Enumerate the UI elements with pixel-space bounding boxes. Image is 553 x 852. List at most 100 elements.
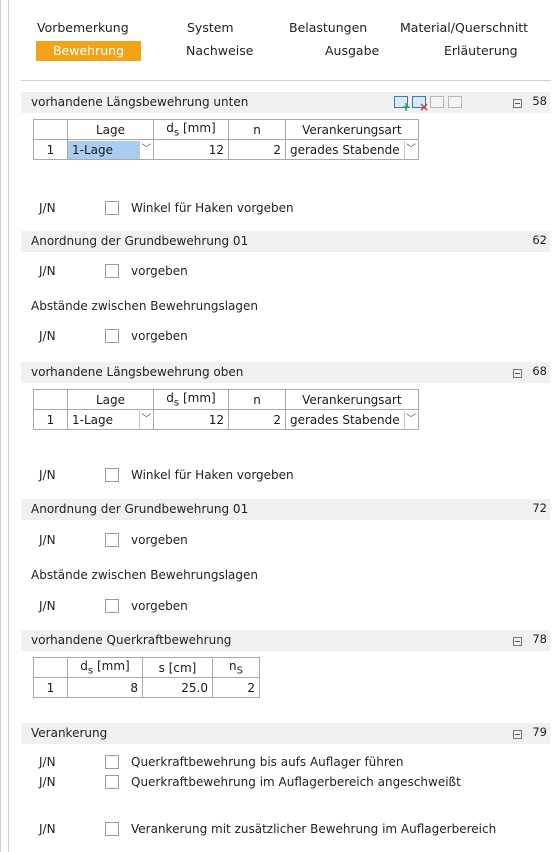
winkel-haken-checkbox[interactable]: [105, 201, 119, 215]
verankerungsart-value: gerades Stabende: [290, 142, 400, 157]
abstaende-label: Abstände zwischen Bewehrungslagen: [31, 568, 258, 582]
jn-label: J/N: [39, 264, 56, 278]
section-title: Anordnung der Grundbewehrung 01: [31, 502, 249, 516]
tab-erlaeuterung[interactable]: Erläuterung: [444, 41, 518, 61]
column-header-index: [33, 119, 68, 140]
ds-unit: [mm]: [96, 658, 130, 673]
delete-row-icon[interactable]: [412, 96, 429, 114]
verankerungsart-cell[interactable]: gerades Stabende ﹀: [285, 139, 419, 160]
verankerungsart-dropdown[interactable]: gerades Stabende ﹀: [286, 410, 418, 429]
abstaende-vorgeben-checkbox[interactable]: [105, 329, 119, 343]
ns-subscript: S: [236, 665, 243, 677]
section-title: Anordnung der Grundbewehrung 01: [31, 234, 249, 248]
querkraft-table: ds [mm] s [cm] nS 1 8 25.0 2: [33, 657, 260, 698]
collapse-icon[interactable]: [513, 637, 522, 646]
jn-label: J/N: [39, 201, 56, 215]
ds-cell[interactable]: 8: [67, 677, 143, 698]
section-number: 72: [532, 501, 547, 515]
grundbewehrung-vorgeben-checkbox[interactable]: [105, 533, 119, 547]
ds-subscript: s: [173, 127, 180, 139]
s-cell[interactable]: 25.0: [142, 677, 213, 698]
jn-label: J/N: [39, 822, 56, 836]
querkraft-angeschweisst-label: Querkraftbewehrung im Auflagerbereich an…: [131, 775, 461, 789]
verankerungsart-cell[interactable]: gerades Stabende ﹀: [285, 409, 419, 430]
ns-cell[interactable]: 2: [212, 677, 260, 698]
tab-ausgabe[interactable]: Ausgabe: [325, 41, 379, 61]
grundbewehrung-vorgeben-label: vorgeben: [131, 533, 188, 547]
abstaende-vorgeben-label: vorgeben: [131, 599, 188, 613]
ds-cell[interactable]: 12: [153, 139, 229, 160]
tab-material-querschnitt[interactable]: Material/Querschnitt: [400, 18, 528, 38]
lage-dropdown[interactable]: 1-Lage ﹀: [68, 410, 153, 429]
jn-label: J/N: [39, 468, 56, 482]
collapse-icon[interactable]: [513, 730, 522, 739]
jn-label: J/N: [39, 329, 56, 343]
collapse-icon[interactable]: [513, 369, 522, 378]
abstaende-label: Abstände zwischen Bewehrungslagen: [31, 299, 258, 313]
section-header-grundbewehrung-1: Anordnung der Grundbewehrung 01 62: [21, 231, 550, 252]
chevron-down-icon[interactable]: ﹀: [403, 140, 418, 159]
lage-value: 1-Lage: [72, 412, 114, 427]
grundbewehrung-vorgeben-checkbox[interactable]: [105, 264, 119, 278]
abstaende-vorgeben-label: vorgeben: [131, 329, 188, 343]
lage-cell[interactable]: 1-Lage ﹀: [67, 139, 154, 160]
querkraft-auflager-checkbox[interactable]: [105, 755, 119, 769]
tab-bar: Vorbemerkung System Belastungen Material…: [28, 18, 548, 66]
tab-system[interactable]: System: [187, 18, 234, 38]
ds-symbol: d: [166, 120, 174, 135]
n-cell[interactable]: 2: [228, 139, 286, 160]
add-row-icon[interactable]: [394, 96, 411, 114]
insert-row-icon[interactable]: [430, 96, 444, 108]
section-header-grundbewehrung-2: Anordnung der Grundbewehrung 01 72: [21, 499, 550, 520]
winkel-haken-checkbox[interactable]: [105, 468, 119, 482]
chevron-down-icon[interactable]: ﹀: [139, 140, 153, 159]
column-header-ds: ds [mm]: [153, 119, 229, 140]
section-title: Verankerung: [31, 726, 108, 740]
ds-cell[interactable]: 12: [153, 409, 229, 430]
laengs-oben-table: Lage ds [mm] n Verankerungsart 1 1-Lage …: [33, 389, 419, 430]
tab-vorbemerkung[interactable]: Vorbemerkung: [37, 18, 129, 38]
chevron-down-icon[interactable]: ﹀: [139, 410, 153, 429]
ds-unit: [mm]: [182, 390, 216, 405]
winkel-haken-label: Winkel für Haken vorgeben: [131, 468, 294, 482]
column-header-n: n: [228, 389, 286, 410]
row-toolbar: [394, 96, 462, 114]
table-header-row: Lage ds [mm] n Verankerungsart: [33, 389, 419, 410]
table-row: 1 8 25.0 2: [33, 677, 260, 698]
chevron-down-icon[interactable]: ﹀: [403, 410, 418, 429]
table-header-row: ds [mm] s [cm] nS: [33, 657, 260, 678]
section-number: 78: [532, 632, 547, 646]
column-header-ds: ds [mm]: [153, 389, 229, 410]
ds-subscript: s: [87, 665, 94, 677]
row-index: 1: [33, 677, 68, 698]
ds-symbol: d: [166, 390, 174, 405]
clear-row-icon[interactable]: [448, 96, 462, 108]
column-header-index: [33, 657, 68, 678]
tab-nachweise[interactable]: Nachweise: [186, 41, 253, 61]
verankerungsart-dropdown[interactable]: gerades Stabende ﹀: [286, 140, 418, 159]
ds-symbol: d: [80, 658, 88, 673]
jn-label: J/N: [39, 755, 56, 769]
lage-dropdown[interactable]: 1-Lage ﹀: [68, 140, 153, 159]
collapse-icon[interactable]: [513, 99, 522, 108]
laengs-unten-table: Lage ds [mm] n Verankerungsart 1 1-Lage …: [33, 119, 419, 160]
ds-unit: [mm]: [182, 120, 216, 135]
column-header-n: n: [228, 119, 286, 140]
abstaende-vorgeben-checkbox[interactable]: [105, 599, 119, 613]
zusaetzliche-bewehrung-checkbox[interactable]: [105, 822, 119, 836]
querkraft-angeschweisst-checkbox[interactable]: [105, 775, 119, 789]
winkel-haken-label: Winkel für Haken vorgeben: [131, 201, 294, 215]
section-number: 62: [532, 233, 547, 247]
tab-bewehrung[interactable]: Bewehrung: [36, 41, 141, 61]
ds-subscript: s: [173, 397, 180, 409]
section-number: 68: [532, 364, 547, 378]
jn-label: J/N: [39, 775, 56, 789]
n-cell[interactable]: 2: [228, 409, 286, 430]
section-header-verankerung: Verankerung 79: [21, 723, 550, 744]
row-index: 1: [33, 409, 68, 430]
lage-value: 1-Lage: [68, 140, 139, 159]
tab-belastungen[interactable]: Belastungen: [289, 18, 367, 38]
grundbewehrung-vorgeben-label: vorgeben: [131, 264, 188, 278]
lage-cell[interactable]: 1-Lage ﹀: [67, 409, 154, 430]
table-row: 1 1-Lage ﹀ 12 2 gerades Stabende ﹀: [33, 139, 419, 160]
